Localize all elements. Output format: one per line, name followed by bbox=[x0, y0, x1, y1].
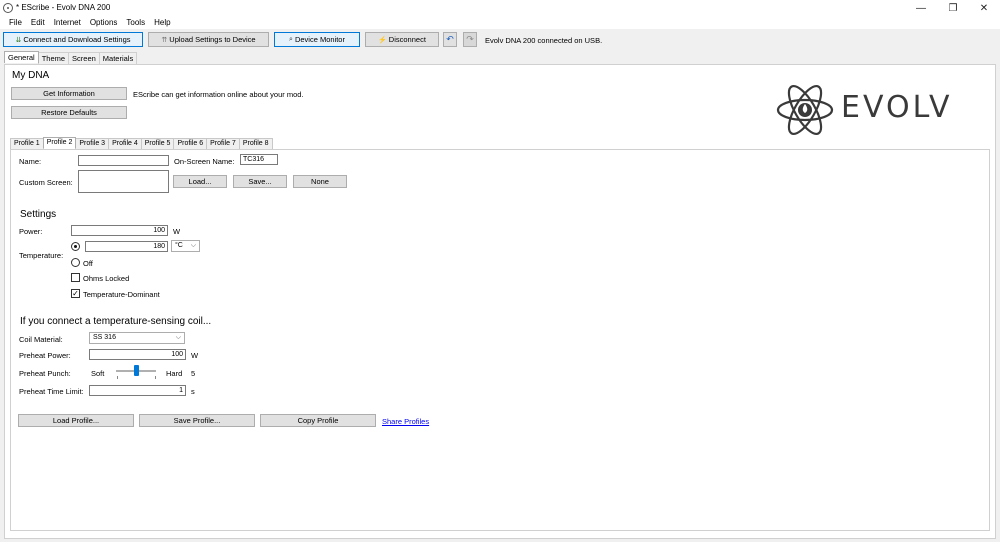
disconnect-icon: ⚡ bbox=[378, 36, 387, 44]
preheat-time-input[interactable]: 1 bbox=[89, 385, 186, 396]
minimize-button[interactable]: — bbox=[906, 0, 936, 16]
toolbar: ⇊ Connect and Download Settings ⇈ Upload… bbox=[0, 29, 1000, 51]
preheat-power-label: Preheat Power: bbox=[19, 351, 71, 360]
load-profile-button[interactable]: Load Profile... bbox=[18, 414, 134, 427]
get-information-button[interactable]: Get Information bbox=[11, 87, 127, 100]
preheat-time-unit: s bbox=[191, 387, 195, 396]
title-bar: * EScribe - Evolv DNA 200 — ❐ ✕ bbox=[0, 0, 1000, 16]
tab-profile-5[interactable]: Profile 5 bbox=[140, 138, 175, 149]
app-atom-icon bbox=[3, 3, 13, 13]
connect-download-button[interactable]: ⇊ Connect and Download Settings bbox=[3, 32, 143, 47]
load-screen-button[interactable]: Load... bbox=[173, 175, 227, 188]
tab-profile-7[interactable]: Profile 7 bbox=[206, 138, 240, 149]
save-screen-button[interactable]: Save... bbox=[233, 175, 287, 188]
custom-screen-preview bbox=[78, 170, 169, 193]
restore-defaults-button[interactable]: Restore Defaults bbox=[11, 106, 127, 119]
off-label: Off bbox=[83, 259, 93, 268]
slider-tick bbox=[155, 376, 156, 379]
copy-profile-button[interactable]: Copy Profile bbox=[260, 414, 376, 427]
profile-panel: Name: On-Screen Name: TC316 Custom Scree… bbox=[10, 149, 990, 531]
none-screen-button[interactable]: None bbox=[293, 175, 347, 188]
coil-title: If you connect a temperature-sensing coi… bbox=[20, 316, 212, 327]
share-profiles-link[interactable]: Share Profiles bbox=[382, 417, 429, 426]
upload-settings-button[interactable]: ⇈ Upload Settings to Device bbox=[148, 32, 269, 47]
slider-thumb[interactable] bbox=[133, 365, 139, 376]
main-tabs: General Theme Screen Materials bbox=[4, 51, 138, 64]
coil-material-label: Coil Material: bbox=[19, 335, 63, 344]
tab-screen[interactable]: Screen bbox=[68, 52, 100, 64]
slider-tick bbox=[117, 376, 118, 379]
power-label: Power: bbox=[19, 227, 43, 236]
menu-help[interactable]: Help bbox=[154, 16, 170, 29]
temperature-on-radio[interactable] bbox=[71, 242, 80, 251]
menu-internet[interactable]: Internet bbox=[54, 16, 81, 29]
device-monitor-label: Device Monitor bbox=[294, 35, 345, 44]
profile-tabs: Profile 1 Profile 2 Profile 3 Profile 4 … bbox=[10, 137, 273, 149]
info-text: EScribe can get information online about… bbox=[133, 90, 304, 99]
my-dna-title: My DNA bbox=[12, 70, 50, 81]
punch-value: 5 bbox=[191, 369, 196, 378]
atom-logo-icon bbox=[776, 84, 834, 136]
evolv-logo: EVOLV bbox=[775, 82, 980, 138]
chevron-down-icon: ⌵ bbox=[190, 242, 196, 249]
tab-materials[interactable]: Materials bbox=[98, 52, 138, 64]
upload-icon: ⇈ bbox=[161, 36, 168, 44]
maximize-button[interactable]: ❐ bbox=[938, 0, 968, 16]
name-label: Name: bbox=[19, 157, 42, 166]
settings-title: Settings bbox=[20, 209, 57, 220]
onscreen-name-input[interactable]: TC316 bbox=[240, 154, 278, 165]
connect-icon: ⇊ bbox=[15, 36, 22, 44]
tab-profile-4[interactable]: Profile 4 bbox=[108, 138, 142, 149]
menu-bar: File Edit Internet Options Tools Help bbox=[0, 16, 1000, 29]
preheat-power-input[interactable]: 100 bbox=[89, 349, 186, 360]
temp-dominant-checkbox[interactable]: ✓ bbox=[71, 289, 80, 298]
upload-settings-label: Upload Settings to Device bbox=[169, 35, 256, 44]
power-unit: W bbox=[173, 227, 181, 236]
temperature-unit-select[interactable]: °C ⌵ bbox=[171, 240, 200, 252]
temperature-input[interactable]: 180 bbox=[85, 241, 168, 252]
custom-screen-label: Custom Screen: bbox=[19, 178, 73, 187]
redo-icon[interactable]: ↷ bbox=[463, 32, 477, 47]
tab-profile-6[interactable]: Profile 6 bbox=[173, 138, 208, 149]
preheat-time-label: Preheat Time Limit: bbox=[19, 387, 84, 396]
tab-theme[interactable]: Theme bbox=[37, 52, 70, 64]
menu-file[interactable]: File bbox=[9, 16, 22, 29]
temperature-off-radio[interactable] bbox=[71, 258, 80, 267]
tab-general[interactable]: General bbox=[4, 51, 39, 63]
ohms-locked-checkbox[interactable] bbox=[71, 273, 80, 282]
temperature-unit-value: °C bbox=[175, 242, 183, 249]
disconnect-label: Disconnect bbox=[388, 35, 426, 44]
tab-profile-3[interactable]: Profile 3 bbox=[75, 138, 110, 149]
save-profile-button[interactable]: Save Profile... bbox=[139, 414, 255, 427]
connection-status: Evolv DNA 200 connected on USB. bbox=[485, 36, 603, 45]
undo-icon[interactable]: ↶ bbox=[443, 32, 457, 47]
name-input[interactable] bbox=[78, 155, 169, 166]
preheat-punch-label: Preheat Punch: bbox=[19, 369, 71, 378]
magnifier-icon: ⌕ bbox=[289, 35, 293, 43]
coil-material-value: SS 316 bbox=[93, 334, 116, 341]
chevron-down-icon: ⌵ bbox=[175, 334, 181, 341]
disconnect-button[interactable]: ⚡ Disconnect bbox=[365, 32, 439, 47]
device-monitor-button[interactable]: ⌕ Device Monitor bbox=[274, 32, 360, 47]
close-button[interactable]: ✕ bbox=[969, 0, 999, 16]
menu-tools[interactable]: Tools bbox=[126, 16, 145, 29]
onscreen-name-label: On-Screen Name: bbox=[174, 157, 235, 166]
tab-profile-1[interactable]: Profile 1 bbox=[10, 138, 44, 149]
menu-edit[interactable]: Edit bbox=[31, 16, 45, 29]
window-title: * EScribe - Evolv DNA 200 bbox=[16, 3, 111, 12]
coil-material-select[interactable]: SS 316 ⌵ bbox=[89, 332, 185, 344]
tab-profile-8[interactable]: Profile 8 bbox=[238, 138, 273, 149]
punch-hard-label: Hard bbox=[166, 369, 183, 378]
temp-dominant-label: Temperature-Dominant bbox=[83, 290, 160, 299]
temperature-label: Temperature: bbox=[19, 251, 64, 260]
preheat-power-unit: W bbox=[191, 351, 199, 360]
tab-profile-2[interactable]: Profile 2 bbox=[42, 137, 77, 148]
power-input[interactable]: 100 bbox=[71, 225, 168, 236]
punch-soft-label: Soft bbox=[91, 369, 105, 378]
logo-wordmark: EVOLV bbox=[841, 90, 953, 125]
menu-options[interactable]: Options bbox=[90, 16, 118, 29]
ohms-locked-label: Ohms Locked bbox=[83, 274, 130, 283]
connect-download-label: Connect and Download Settings bbox=[23, 35, 131, 44]
